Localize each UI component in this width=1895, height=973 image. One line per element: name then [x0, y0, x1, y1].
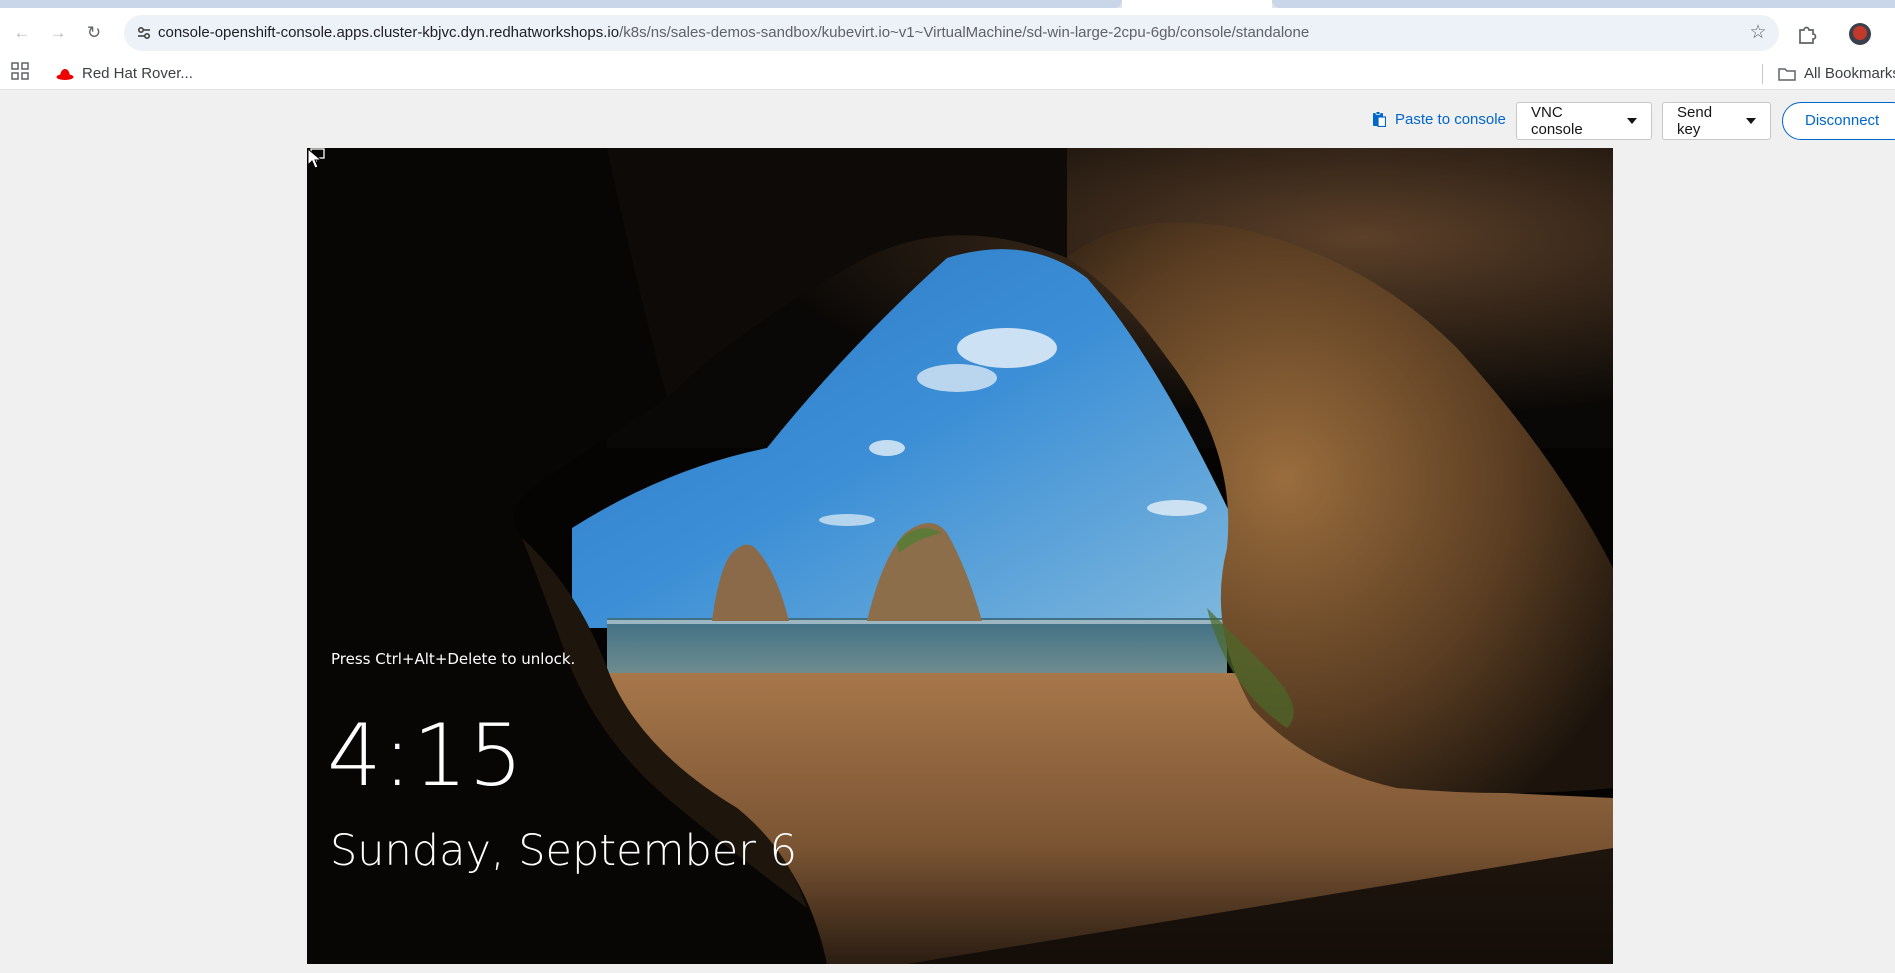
bookmarks-divider — [1762, 64, 1763, 84]
mouse-cursor-icon — [307, 148, 323, 169]
reload-icon: ↻ — [86, 23, 102, 42]
unlock-message: Press Ctrl+Alt+Delete to unlock. — [331, 650, 576, 668]
back-button[interactable]: ← — [9, 20, 35, 46]
send-key-dropdown[interactable]: Send key — [1662, 102, 1771, 140]
clipboard-icon — [1373, 111, 1386, 127]
disconnect-button[interactable]: Disconnect — [1782, 102, 1895, 140]
bookmarks-bar — [0, 58, 1895, 90]
bookmark-item[interactable]: Red Hat Rover... — [56, 58, 193, 90]
forward-button[interactable]: → — [45, 20, 71, 46]
url-text[interactable]: console-openshift-console.apps.cluster-k… — [158, 15, 1309, 51]
folder-icon — [1778, 68, 1796, 81]
puzzle-icon[interactable] — [1796, 23, 1818, 45]
reload-button[interactable]: ↻ — [81, 20, 107, 46]
red-hat-icon — [56, 69, 74, 80]
tune-icon[interactable] — [134, 23, 154, 43]
browser-toolbar: ← → ↻ console-openshift-console.apps.clu… — [0, 8, 1895, 58]
all-bookmarks-label: All Bookmarks — [1804, 65, 1895, 82]
browser-tab[interactable] — [1272, 0, 1895, 8]
star-icon[interactable]: ☆ — [1747, 22, 1769, 44]
apps-grid-icon[interactable] — [11, 62, 29, 80]
url-host: console-openshift-console.apps.cluster-k… — [158, 24, 620, 41]
browser-tab-active[interactable] — [1122, 0, 1272, 8]
lock-screen-date: Sunday, September 6 — [330, 826, 797, 876]
arrow-left-icon: ← — [13, 23, 31, 42]
paste-to-console-button[interactable]: Paste to console — [1372, 104, 1506, 134]
browser-tab-strip — [0, 0, 1895, 8]
console-type-value: VNC console — [1531, 104, 1583, 138]
all-bookmarks-button[interactable]: All Bookmarks — [1778, 58, 1895, 90]
address-bar[interactable]: console-openshift-console.apps.cluster-k… — [124, 15, 1779, 51]
caret-down-icon — [1627, 118, 1637, 124]
browser-tab[interactable] — [0, 0, 1122, 8]
url-path: /k8s/ns/sales-demos-sandbox/kubevirt.io~… — [619, 24, 1310, 41]
console-type-select[interactable]: VNC console — [1516, 102, 1652, 140]
bookmark-label: Red Hat Rover... — [82, 65, 193, 82]
paste-label: Paste to console — [1395, 110, 1506, 128]
arrow-right-icon: → — [49, 23, 67, 42]
vnc-console-screen[interactable]: Press Ctrl+Alt+Delete to unlock. 4:15 Su… — [307, 148, 1613, 964]
avatar[interactable] — [1849, 23, 1871, 45]
disconnect-label: Disconnect — [1805, 112, 1880, 129]
lock-screen-time: 4:15 — [327, 706, 525, 806]
caret-down-icon — [1746, 118, 1756, 124]
send-key-label: Send key — [1677, 104, 1713, 138]
